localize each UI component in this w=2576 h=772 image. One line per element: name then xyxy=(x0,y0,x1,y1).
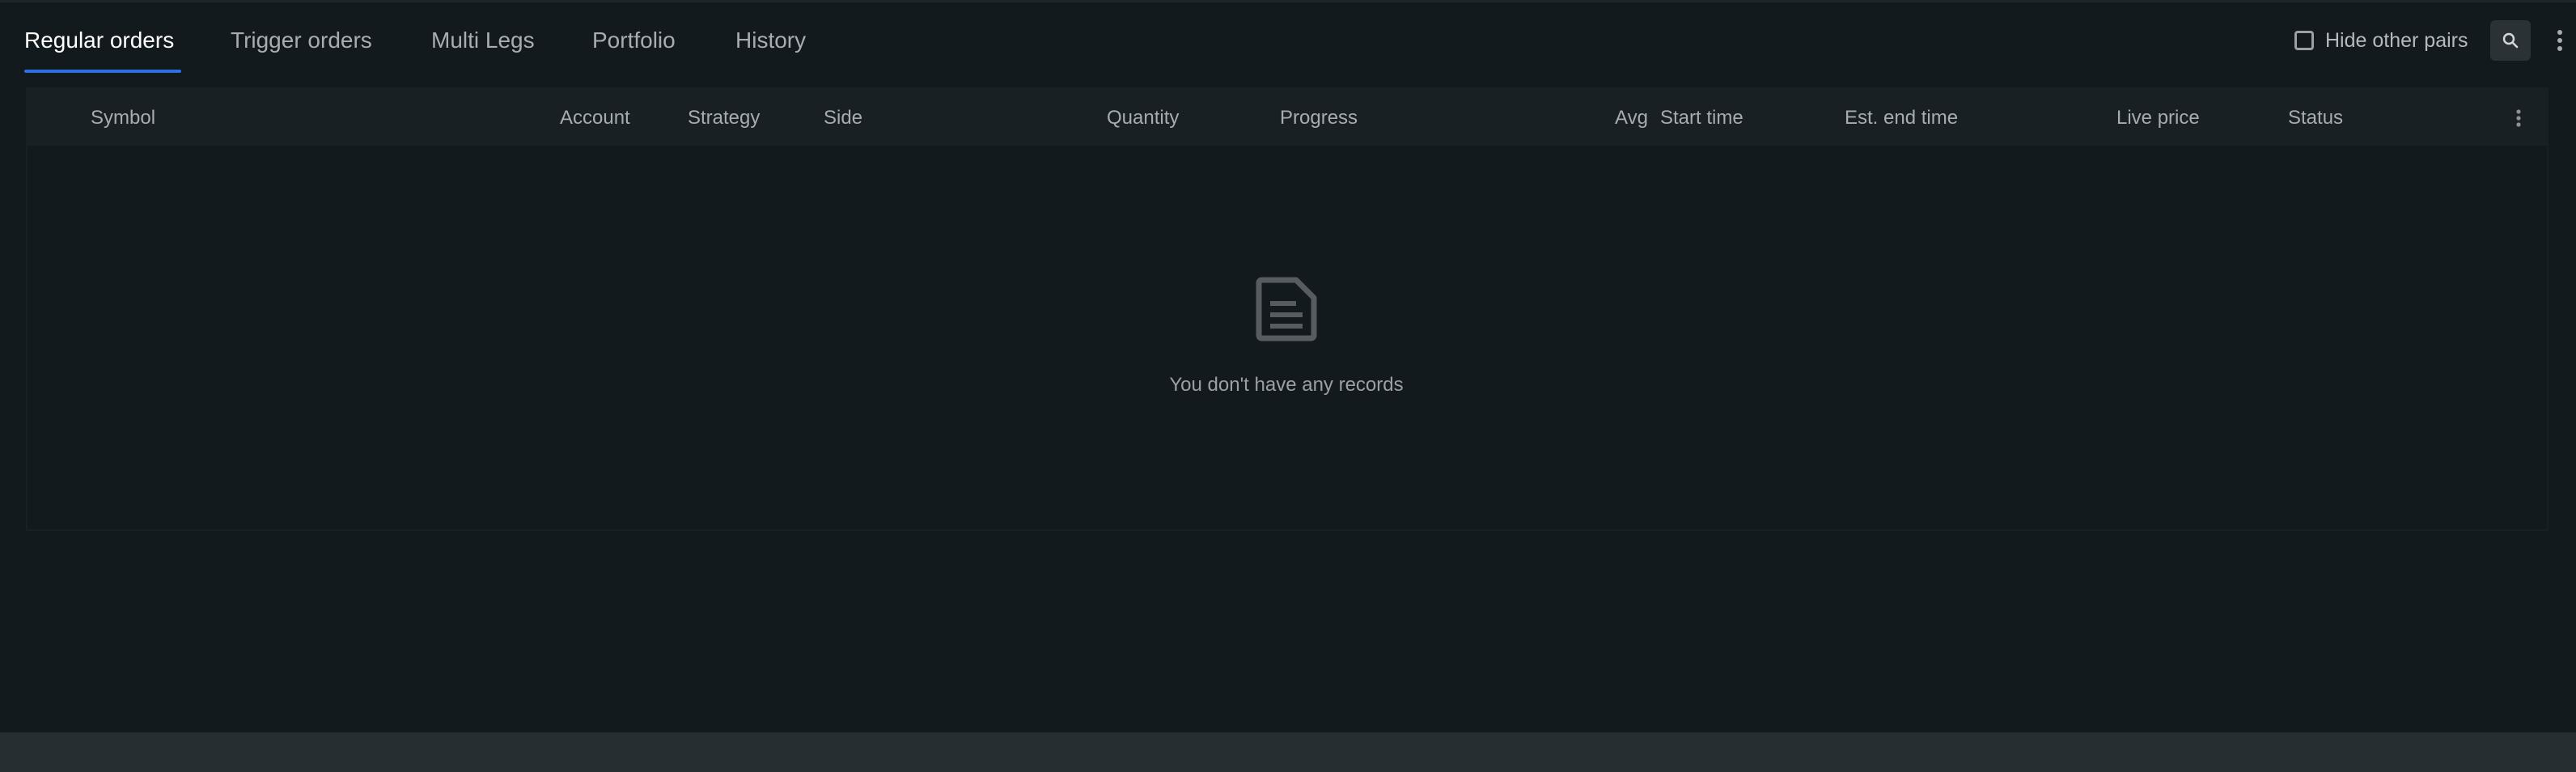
tab-regular-orders[interactable]: Regular orders xyxy=(24,28,174,53)
hide-other-pairs-label: Hide other pairs xyxy=(2325,28,2468,52)
empty-state-message: You don't have any records xyxy=(1169,374,1404,396)
tab-multi-legs[interactable]: Multi Legs xyxy=(431,28,535,53)
column-header-live-price[interactable]: Live price xyxy=(2116,107,2200,129)
tab-portfolio[interactable]: Portfolio xyxy=(592,28,676,53)
column-header-est-end-time[interactable]: Est. end time xyxy=(1845,107,1958,129)
more-vertical-icon xyxy=(2516,109,2521,127)
orders-table-panel: Symbol Account Strategy Side Quantity Pr… xyxy=(26,87,2548,531)
bottom-status-bar xyxy=(0,732,2576,772)
more-options-button[interactable] xyxy=(2550,24,2570,57)
tab-history[interactable]: History xyxy=(735,28,806,53)
table-header: Symbol Account Strategy Side Quantity Pr… xyxy=(28,89,2547,146)
column-settings-button[interactable] xyxy=(2510,107,2527,129)
column-header-progress[interactable]: Progress xyxy=(1280,107,1358,129)
column-header-avg[interactable]: Avg xyxy=(1615,107,1648,129)
search-icon xyxy=(2502,32,2519,49)
orders-tab-bar: Regular orders Trigger orders Multi Legs… xyxy=(0,0,2576,74)
search-button[interactable] xyxy=(2490,20,2531,61)
active-tab-indicator xyxy=(24,70,181,73)
tab-trigger-orders[interactable]: Trigger orders xyxy=(231,28,372,53)
column-header-account[interactable]: Account xyxy=(560,107,630,129)
document-icon xyxy=(1256,277,1317,341)
column-header-strategy[interactable]: Strategy xyxy=(688,107,760,129)
column-header-status[interactable]: Status xyxy=(2288,107,2343,129)
column-header-side[interactable]: Side xyxy=(824,107,862,129)
hide-other-pairs-toggle[interactable]: Hide other pairs xyxy=(2294,28,2468,53)
column-header-start-time[interactable]: Start time xyxy=(1660,107,1743,129)
more-vertical-icon xyxy=(2557,30,2562,51)
column-header-symbol[interactable]: Symbol xyxy=(91,107,155,129)
column-header-quantity[interactable]: Quantity xyxy=(1107,107,1179,129)
hide-other-pairs-checkbox[interactable] xyxy=(2294,31,2314,50)
